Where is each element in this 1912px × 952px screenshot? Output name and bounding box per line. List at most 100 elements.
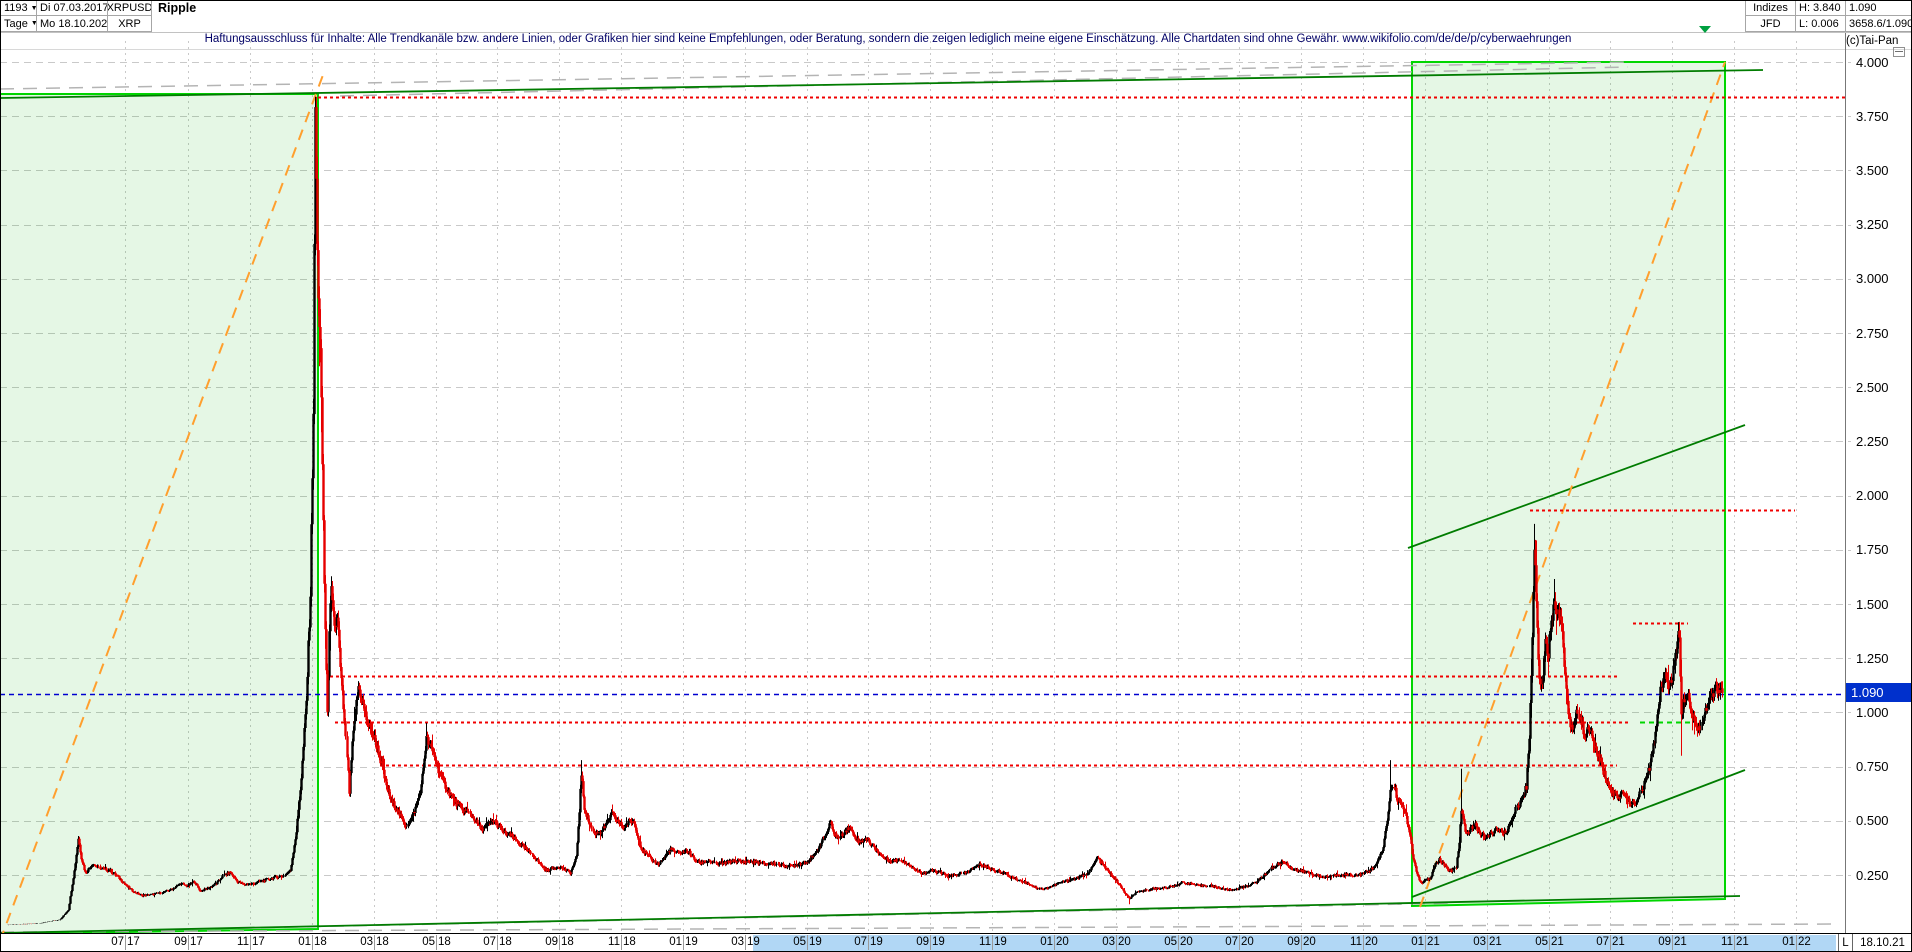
x-axis-label-month: 01 (1773, 936, 1795, 948)
trend-channel-region (0, 94, 318, 934)
last-bar-flag: L (1838, 934, 1852, 952)
time-axis-tick (1301, 935, 1302, 950)
x-axis-label-year: 18 (314, 936, 336, 948)
time-axis-tick (807, 935, 808, 950)
time-axis-tick (250, 935, 251, 950)
time-axis-tick (125, 935, 126, 950)
time-axis-tick (188, 935, 189, 950)
x-axis-label-month: 07 (1587, 936, 1609, 948)
time-axis-tick (436, 935, 437, 950)
x-axis-label-year: 17 (252, 936, 274, 948)
x-axis-label-year: 21 (1674, 936, 1696, 948)
x-axis-label-year: 21 (1736, 936, 1758, 948)
time-axis-tick (1796, 935, 1797, 950)
price-chart-plot[interactable] (0, 0, 1912, 952)
price-scale-separator (1845, 33, 1846, 952)
x-axis-label-month: 11 (1340, 936, 1362, 948)
time-axis-tick (1487, 935, 1488, 950)
x-axis-label-year: 17 (127, 936, 149, 948)
y-axis-label: 0.500 (1856, 813, 1910, 828)
time-axis-tick (312, 935, 313, 950)
time-axis-tick (930, 935, 931, 950)
y-axis-label: 2.500 (1856, 380, 1910, 395)
y-axis-label: 1.750 (1856, 542, 1910, 557)
y-axis-label: 1.500 (1856, 597, 1910, 612)
y-axis-label: 3.250 (1856, 217, 1910, 232)
x-axis-label-month: 07 (845, 936, 867, 948)
time-axis-tick (621, 935, 622, 950)
x-axis-label-month: 05 (413, 936, 435, 948)
y-axis-label: 1.250 (1856, 651, 1910, 666)
y-axis-label: 0.750 (1856, 759, 1910, 774)
y-axis-label: 1.000 (1856, 705, 1910, 720)
x-axis-label-month: 05 (784, 936, 806, 948)
x-axis-label-month: 03 (1464, 936, 1486, 948)
time-axis-tick (1549, 935, 1550, 950)
y-axis-label: 2.000 (1856, 488, 1910, 503)
x-axis-label-year: 18 (438, 936, 460, 948)
x-axis-label-year: 20 (1303, 936, 1325, 948)
x-axis-label-year: 19 (932, 936, 954, 948)
x-axis-label-year: 17 (190, 936, 212, 948)
x-axis-label-year: 21 (1427, 936, 1449, 948)
x-axis-label-month: 07 (474, 936, 496, 948)
x-axis-label-month: 01 (1031, 936, 1053, 948)
x-axis-label-month: 09 (536, 936, 558, 948)
last-bar-date-value: 18.10.21 (1860, 937, 1905, 949)
x-axis-label-month: 07 (1216, 936, 1238, 948)
time-axis-tick (1425, 935, 1426, 950)
x-axis-label-year: 19 (994, 936, 1016, 948)
x-axis-label-year: 20 (1180, 936, 1202, 948)
x-axis-label-year: 19 (809, 936, 831, 948)
time-axis-tick (1734, 935, 1735, 950)
y-axis-label: 3.000 (1856, 271, 1910, 286)
time-axis-tick (992, 935, 993, 950)
time-axis[interactable]: 0717091711170118031805180718091811180119… (0, 933, 1912, 952)
x-axis-label-month: 01 (289, 936, 311, 948)
x-axis-label-month: 11 (227, 936, 249, 948)
x-axis-label-year: 21 (1551, 936, 1573, 948)
copyright-label: (c)Tai-Pan (1846, 35, 1898, 47)
x-axis-label-year: 19 (685, 936, 707, 948)
last-price-tag: 1.090 (1846, 683, 1912, 702)
x-axis-label-month: 03 (351, 936, 373, 948)
x-axis-label-month: 11 (598, 936, 620, 948)
x-axis-label-month: 05 (1155, 936, 1177, 948)
y-axis-label: 3.500 (1856, 163, 1910, 178)
x-axis-label-year: 19 (747, 936, 769, 948)
time-axis-tick (497, 935, 498, 950)
x-axis-label-month: 01 (660, 936, 682, 948)
time-axis-tick (1672, 935, 1673, 950)
x-axis-label-month: 09 (165, 936, 187, 948)
x-axis-label-month: 09 (1649, 936, 1671, 948)
time-axis-tick (1363, 935, 1364, 950)
x-axis-label-year: 19 (870, 936, 892, 948)
x-axis-label-year: 20 (1241, 936, 1263, 948)
trend-channel-region (1412, 62, 1725, 906)
time-axis-tick (1239, 935, 1240, 950)
x-axis-label-month: 03 (1093, 936, 1115, 948)
x-axis-label-year: 20 (1118, 936, 1140, 948)
x-axis-label-month: 09 (1278, 936, 1300, 948)
last-bar-flag-value: L (1842, 937, 1848, 949)
x-axis-label-year: 21 (1612, 936, 1634, 948)
collapse-icon[interactable] (1893, 47, 1905, 57)
taipan-chart-window: { "header": { "bars_count": "1193", "per… (0, 0, 1912, 952)
x-axis-label-year: 18 (623, 936, 645, 948)
x-axis-label-month: 03 (722, 936, 744, 948)
time-axis-tick (559, 935, 560, 950)
x-axis-label-month: 01 (1402, 936, 1424, 948)
disclaimer-text: Haftungsausschluss für Inhalte: Alle Tre… (0, 33, 1776, 49)
y-axis-label: 0.250 (1856, 868, 1910, 883)
x-axis-label-year: 20 (1056, 936, 1078, 948)
x-axis-label-month: 05 (1526, 936, 1548, 948)
x-axis-label-month: 09 (907, 936, 929, 948)
time-axis-tick (1054, 935, 1055, 950)
x-axis-label-month: 11 (969, 936, 991, 948)
x-axis-label-year: 18 (561, 936, 583, 948)
last-bar-date: 18.10.21 (1852, 934, 1912, 952)
y-axis-label: 2.250 (1856, 434, 1910, 449)
time-axis-tick (745, 935, 746, 950)
time-axis-tick (1178, 935, 1179, 950)
x-axis-label-year: 18 (499, 936, 521, 948)
